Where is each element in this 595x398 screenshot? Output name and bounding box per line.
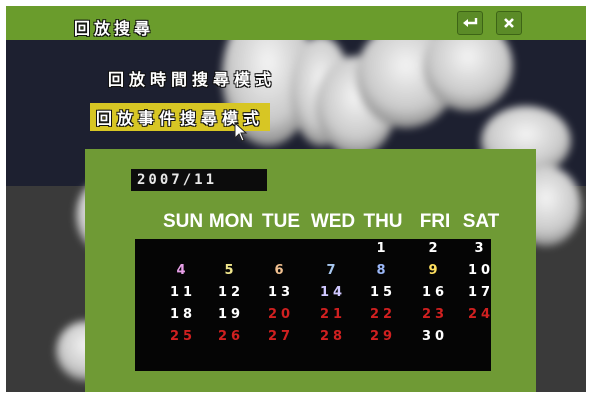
calendar-day[interactable]: 15	[363, 285, 403, 301]
dvr-screen: 回放搜尋 回放時間搜尋模式 回放事件搜尋模式 2007/11 SUN MON TUE…	[6, 6, 586, 392]
calendar-day[interactable]: 20	[261, 307, 301, 323]
calendar-day[interactable]: 3	[461, 241, 501, 257]
calendar-day[interactable]: 13	[261, 285, 301, 301]
calendar-day[interactable]: 26	[211, 329, 251, 345]
page-title: 回放搜尋	[74, 19, 155, 38]
weekday-label: THU	[363, 211, 403, 232]
calendar-day[interactable]: 22	[363, 307, 403, 323]
calendar-day[interactable]: 11	[163, 285, 203, 301]
calendar-day[interactable]: 2	[415, 241, 455, 257]
calendar-day[interactable]: 17	[461, 285, 501, 301]
calendar-day[interactable]: 29	[363, 329, 403, 345]
menu-item-time-search[interactable]: 回放時間搜尋模式	[108, 66, 276, 90]
enter-arrow-icon	[463, 18, 478, 27]
calendar-day[interactable]: 6	[261, 263, 301, 279]
calendar-day[interactable]: 5	[211, 263, 251, 279]
calendar-day[interactable]: 9	[415, 263, 455, 279]
calendar-day[interactable]: 16	[415, 285, 455, 301]
calendar-day[interactable]: 18	[163, 307, 203, 323]
calendar-day[interactable]: 27	[261, 329, 301, 345]
calendar-day[interactable]: 25	[163, 329, 203, 345]
calendar-month: 2007/11	[131, 169, 267, 191]
calendar-day[interactable]: 23	[415, 307, 455, 323]
calendar-day[interactable]: 4	[163, 263, 203, 279]
calendar-day[interactable]: 21	[313, 307, 353, 323]
calendar-day[interactable]: 19	[211, 307, 251, 323]
calendar-day[interactable]: 30	[415, 329, 455, 345]
weekday-label: SAT	[462, 211, 500, 232]
weekday-label: MON	[208, 211, 254, 232]
calendar-day[interactable]: 24	[461, 307, 501, 323]
calendar-day[interactable]: 10	[461, 263, 501, 279]
calendar-day[interactable]: 1	[363, 241, 403, 257]
calendar-panel: 2007/11 SUN MON TUE WED THU FRI SAT 1234567891…	[85, 149, 536, 392]
mouse-cursor-icon	[234, 122, 248, 142]
calendar-day[interactable]: 7	[313, 263, 353, 279]
close-button[interactable]	[496, 11, 522, 35]
enter-button[interactable]	[457, 11, 483, 35]
calendar-day[interactable]: 8	[363, 263, 403, 279]
close-x-icon	[504, 18, 514, 28]
calendar-grid: 1 2 3 4 5 6 7 8 9 10 11 12 13 14 15 16 17 18 19 20 21 22 23 24 2…	[135, 239, 491, 371]
weekday-label: WED	[310, 211, 356, 232]
header-bar: 回放搜尋	[6, 6, 586, 40]
calendar-day[interactable]: 28	[313, 329, 353, 345]
weekday-label: TUE	[262, 211, 300, 232]
calendar-day[interactable]: 14	[313, 285, 353, 301]
calendar-day[interactable]: 12	[211, 285, 251, 301]
